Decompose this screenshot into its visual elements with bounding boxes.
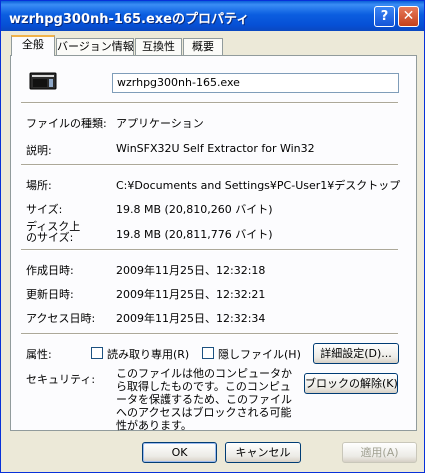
help-button[interactable]: ?: [374, 6, 395, 27]
application-icon: [29, 72, 57, 90]
size-label: サイズ:: [26, 203, 63, 216]
created-value: 2009年11月25日、12:32:18: [116, 264, 266, 277]
tab-summary[interactable]: 概要: [183, 38, 223, 55]
separator: [21, 333, 398, 335]
disk-size-value: 19.8 MB (20,811,776 バイト): [116, 228, 273, 241]
security-message: このファイルは他のコンピュータから取得したものです。このコンピュータを保護するた…: [116, 367, 292, 432]
accessed-label: アクセス日時:: [26, 312, 96, 325]
separator: [21, 102, 398, 104]
tab-general[interactable]: 全般: [11, 35, 55, 56]
ok-button[interactable]: OK: [142, 442, 217, 463]
filename-field[interactable]: wzrhpg300nh-165.exe: [112, 73, 399, 93]
properties-window: wzrhpg300nh-165.exeのプロパティ ? ✕ 全般 バージョン情報…: [0, 0, 425, 473]
title-bar[interactable]: wzrhpg300nh-165.exeのプロパティ ? ✕: [1, 1, 424, 31]
type-label: ファイルの種類:: [26, 117, 107, 130]
modified-value: 2009年11月25日、12:32:21: [116, 288, 266, 301]
disk-size-label: ディスク上 のサイズ:: [26, 221, 80, 243]
size-value: 19.8 MB (20,810,260 バイト): [116, 203, 273, 216]
apply-button[interactable]: 適用(A): [342, 442, 417, 463]
readonly-label[interactable]: 読み取り専用(R): [107, 346, 189, 362]
close-button[interactable]: ✕: [398, 6, 419, 27]
hidden-checkbox[interactable]: [202, 347, 214, 359]
hidden-label[interactable]: 隠しファイル(H): [218, 346, 301, 362]
security-label: セキュリティ:: [26, 373, 96, 386]
tab-version[interactable]: バージョン情報: [56, 38, 134, 55]
description-label: 説明:: [26, 144, 52, 157]
created-label: 作成日時:: [26, 264, 74, 277]
location-value: C:¥Documents and Settings¥PC-User1¥デスクトッ…: [116, 179, 401, 192]
unblock-button[interactable]: ブロックの解除(K): [304, 373, 398, 394]
tab-compatibility[interactable]: 互換性: [135, 38, 182, 55]
attributes-label: 属性:: [26, 348, 52, 361]
location-label: 場所:: [26, 179, 52, 192]
disk-size-label-line2: のサイズ:: [26, 231, 74, 244]
cancel-button[interactable]: キャンセル: [225, 442, 301, 463]
separator: [21, 249, 398, 251]
readonly-checkbox[interactable]: [91, 347, 103, 359]
description-value: WinSFX32U Self Extractor for Win32: [116, 142, 315, 155]
separator: [21, 164, 398, 166]
accessed-value: 2009年11月25日、12:32:34: [116, 312, 266, 325]
modified-label: 更新日時:: [26, 288, 74, 301]
window-title: wzrhpg300nh-165.exeのプロパティ: [9, 12, 250, 27]
advanced-button[interactable]: 詳細設定(D)...: [313, 343, 399, 364]
type-value: アプリケーション: [116, 117, 204, 130]
